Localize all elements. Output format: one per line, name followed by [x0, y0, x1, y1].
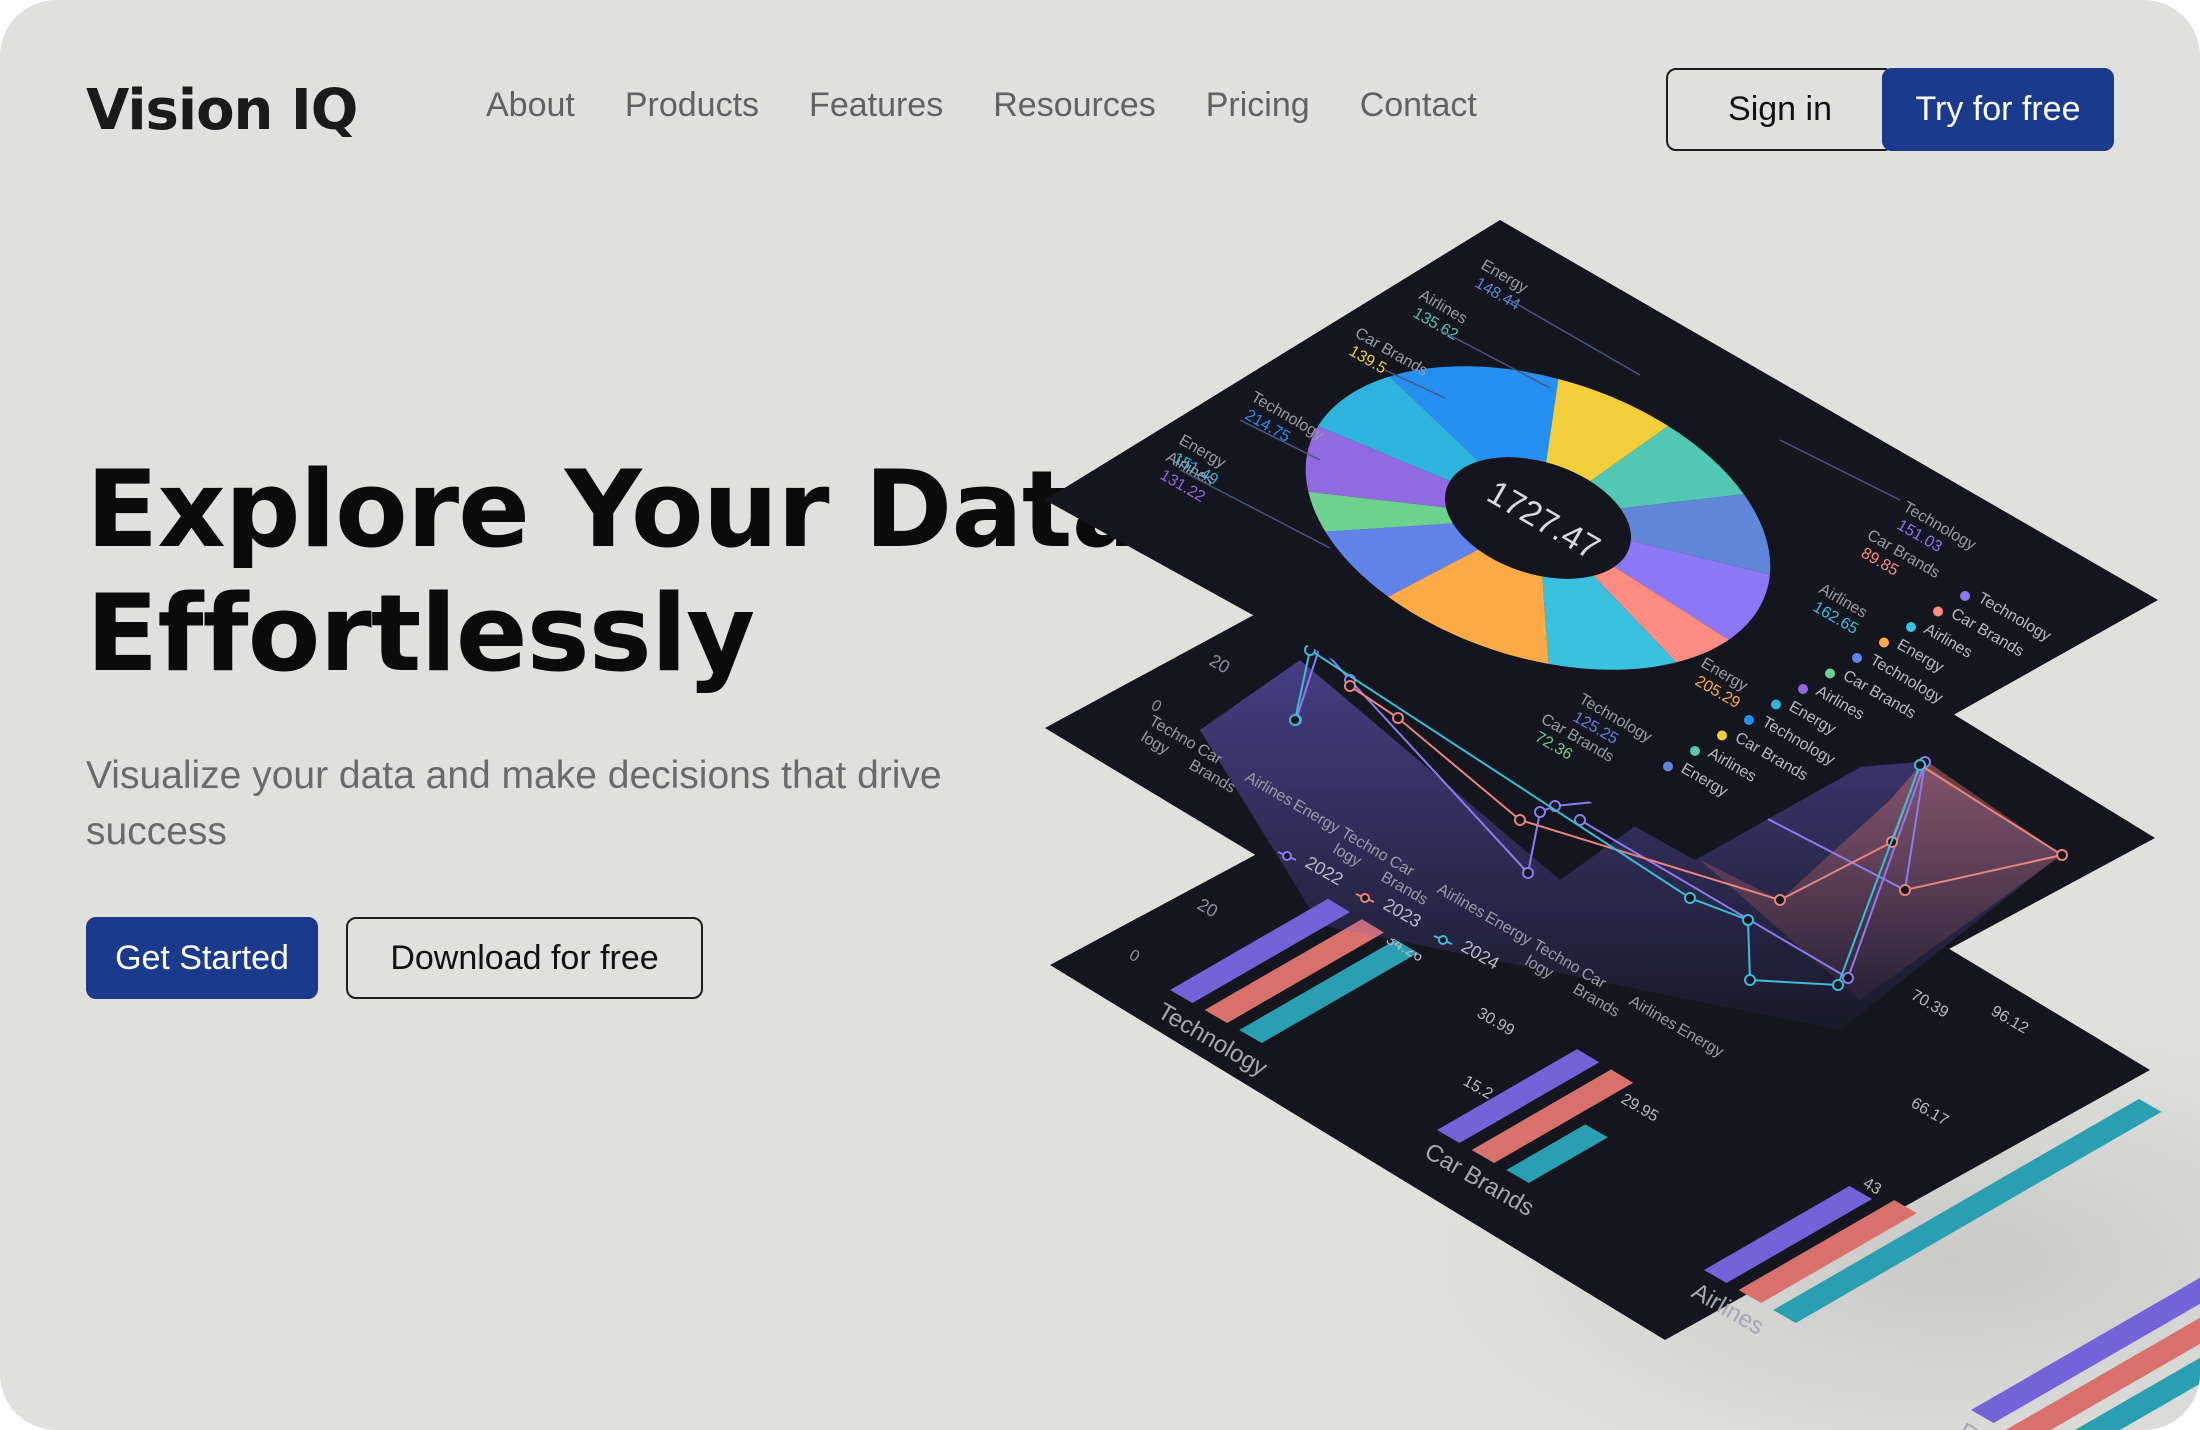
line-point — [1522, 867, 1534, 879]
page: Vision IQ About Products Features Resour… — [0, 0, 2200, 1430]
line-point — [1774, 894, 1786, 906]
donut-legend-swatch — [1744, 715, 1754, 725]
donut-legend-swatch — [1933, 606, 1943, 617]
line-point — [1899, 884, 1911, 896]
line-point — [1514, 814, 1526, 826]
donut-legend-swatch — [1717, 730, 1727, 741]
donut-legend-swatch — [1879, 637, 1889, 648]
line-point — [1842, 972, 1854, 984]
donut-legend-swatch — [1771, 699, 1781, 710]
donut-legend-swatch — [1960, 591, 1970, 601]
line-legend-dot — [1360, 893, 1370, 903]
line-legend-dot — [1438, 935, 1448, 945]
line-point — [1744, 974, 1756, 986]
donut-legend-swatch — [1663, 761, 1673, 772]
line-point — [1742, 914, 1754, 926]
line-point — [1289, 714, 1301, 726]
dashboard-illustration: TechnologyCar BrandsAirlinesEnergy34.263… — [1045, 220, 2200, 1430]
line-point — [1344, 680, 1356, 692]
line-point — [1684, 892, 1696, 904]
line-point — [1534, 806, 1546, 818]
line-point — [1914, 759, 1926, 771]
donut-legend-swatch — [1798, 684, 1808, 694]
line-point — [2056, 849, 2068, 861]
donut-legend-swatch — [1852, 653, 1862, 663]
line-point — [1832, 979, 1844, 991]
donut-legend-swatch — [1825, 668, 1835, 679]
line-legend-dot — [1282, 851, 1292, 861]
donut-legend-swatch — [1690, 746, 1700, 756]
line-point — [1392, 712, 1404, 724]
donut-legend-swatch — [1906, 622, 1916, 632]
